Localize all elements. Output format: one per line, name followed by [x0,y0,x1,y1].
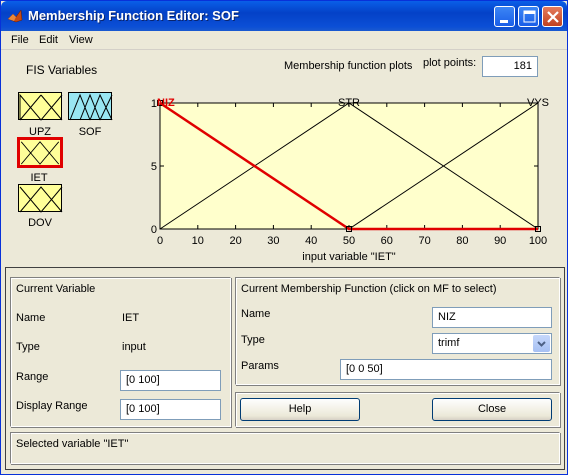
cv-type-label: Type [16,341,40,353]
mf-thumbnail-icon [19,186,63,213]
mf-thumbnail-icon [69,93,113,121]
x-tick-label: 70 [418,235,430,247]
close-icon [547,11,559,23]
mf-params-input[interactable]: [0 0 50] [340,359,552,380]
x-tick-label: 100 [529,235,547,247]
x-tick-label: 40 [305,235,317,247]
minimize-icon [500,20,508,23]
fis-variable-dov[interactable] [18,184,63,213]
menu-file[interactable]: File [11,34,29,46]
plot-points-input[interactable]: 181 [482,56,538,77]
x-axis-label: input variable "IET" [302,251,396,263]
plot-points-label: plot points: [423,57,477,69]
range-input[interactable]: [0 100] [120,370,221,391]
x-tick-label: 60 [381,235,393,247]
maximize-icon [523,10,536,23]
x-tick-label: 90 [494,235,506,247]
mf-plot[interactable]: 010203040506070809010000.51STRVYSNIZinpu… [151,83,561,267]
cv-name-label: Name [16,312,46,324]
cv-name-value: IET [122,312,140,324]
display-range-input[interactable]: [0 100] [120,399,221,420]
mf-name-label: Name [241,308,271,320]
fis-variable-dov-label: DOV [28,217,52,229]
mf-editor-window: Membership Function Editor: SOF File Edi… [0,0,568,475]
mf-thumbnail-icon [19,93,63,121]
title-bar[interactable]: Membership Function Editor: SOF [1,1,567,31]
fis-variables-heading: FIS Variables [26,63,98,77]
fis-variable-sof-label: SOF [78,126,102,138]
x-tick-label: 20 [229,235,241,247]
window-title: Membership Function Editor: SOF [28,8,239,23]
fis-variable-iet[interactable] [17,137,63,168]
help-button[interactable]: Help [240,398,360,421]
menu-edit[interactable]: Edit [39,34,58,46]
mf-thumbnail-icon [20,141,60,165]
mf-params-label: Params [241,360,279,372]
close-button[interactable]: Close [432,398,552,421]
mf-type-value: trimf [438,337,460,349]
close-window-button[interactable] [542,6,563,27]
y-tick-label: 0.5 [151,161,157,173]
fis-variable-upz[interactable] [18,92,63,121]
cv-type-value: input [122,341,146,353]
status-text: Selected variable "IET" [16,438,129,450]
mf-label-vys: VYS [527,97,549,109]
x-tick-label: 30 [267,235,279,247]
mf-type-select[interactable]: trimf [432,333,552,354]
plot-area [159,102,539,230]
current-variable-heading: Current Variable [16,283,96,295]
x-tick-label: 10 [192,235,204,247]
plot-heading: Membership function plots [284,60,413,72]
maximize-button[interactable] [518,6,539,27]
fis-variable-sof[interactable] [68,92,113,121]
cv-display-range-label: Display Range [16,400,88,412]
x-tick-label: 50 [343,235,355,247]
mf-name-input[interactable]: NIZ [432,307,552,328]
cv-range-label: Range [16,371,49,383]
matlab-logo-icon [7,9,23,23]
menu-view[interactable]: View [69,34,93,46]
minimize-button[interactable] [494,6,515,27]
menu-bar: File Edit View [1,31,567,50]
mf-label-str: STR [338,97,360,109]
x-tick-label: 0 [157,235,163,247]
y-tick-label: 0 [151,224,157,236]
mf-label-niz: NIZ [157,97,175,109]
current-mf-heading: Current Membership Function (click on MF… [241,283,497,295]
x-tick-label: 80 [456,235,468,247]
chevron-down-icon[interactable] [533,335,550,352]
mf-type-label: Type [241,334,265,346]
fis-variable-iet-label: IET [30,172,48,184]
